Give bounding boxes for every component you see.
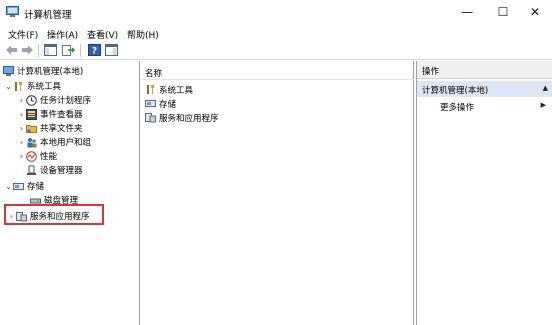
chevron-down-icon[interactable]: ⌄ xyxy=(4,182,13,191)
more-actions-item[interactable]: 更多操作 ▶ xyxy=(417,99,552,113)
menu-help[interactable]: 帮助(H) xyxy=(127,28,159,41)
results-pane: 名称 系统工具 存储 服务和应用程序 xyxy=(141,61,414,325)
chevron-right-icon[interactable]: › xyxy=(17,124,26,133)
computer-management-icon xyxy=(3,65,14,76)
highlight-box xyxy=(4,204,104,225)
console-tree: 计算机管理(本地) ⌄ 系统工具 › 任务计划程序 › 事件查看器 › 共享文件… xyxy=(0,61,140,325)
performance-icon xyxy=(26,150,37,162)
tree-label-performance: 性能 xyxy=(40,152,58,162)
menu-bar: 文件(F) 操作(A) 查看(V) 帮助(H) xyxy=(0,25,552,41)
list-item-label: 服务和应用程序 xyxy=(159,113,219,124)
tree-label-task-scheduler: 任务计划程序 xyxy=(40,96,92,106)
clock-icon xyxy=(26,94,37,106)
tree-item-system-tools[interactable]: ⌄ 系统工具 xyxy=(4,79,61,93)
tree-label-device-manager: 设备管理器 xyxy=(40,166,83,176)
tree-label-root: 计算机管理(本地) xyxy=(17,67,84,77)
computer-management-icon xyxy=(6,6,19,17)
list-item-label: 存储 xyxy=(159,99,177,110)
svg-text:?: ? xyxy=(92,47,97,57)
device-manager-icon xyxy=(27,165,36,175)
tree-item-shared-folders[interactable]: › 共享文件夹 xyxy=(17,121,83,135)
more-actions-label: 更多操作 xyxy=(440,103,475,113)
help-icon[interactable]: ? xyxy=(88,44,101,56)
users-icon xyxy=(27,137,37,147)
list-item-label: 系统工具 xyxy=(159,85,194,96)
tools-icon xyxy=(15,81,22,91)
tree-label-storage: 存储 xyxy=(27,182,45,192)
forward-icon[interactable] xyxy=(21,44,34,56)
maximize-button[interactable]: ☐ xyxy=(486,0,520,25)
actions-header-label: 操作 xyxy=(422,67,440,77)
close-button[interactable]: ✕ xyxy=(518,0,552,25)
column-divider xyxy=(141,79,414,80)
toolbar-separator xyxy=(80,44,81,57)
tree-label-local-users: 本地用户和组 xyxy=(40,138,92,148)
tools-icon xyxy=(147,85,154,94)
menu-action[interactable]: 操作(A) xyxy=(47,28,78,41)
actions-group-selected[interactable]: 计算机管理(本地) ▲ xyxy=(417,81,552,97)
menu-view[interactable]: 查看(V) xyxy=(87,28,118,41)
title-bar: 计算机管理 — ☐ ✕ xyxy=(0,0,552,25)
storage-icon xyxy=(13,182,24,190)
tree-item-performance[interactable]: › 性能 xyxy=(17,149,57,163)
toolbar: ? xyxy=(0,41,552,60)
tree-item-event-viewer[interactable]: › 事件查看器 xyxy=(17,107,83,121)
tree-label-shared-folders: 共享文件夹 xyxy=(40,124,83,134)
submenu-arrow-icon: ▶ xyxy=(540,101,546,109)
actions-group-label: 计算机管理(本地) xyxy=(422,86,489,96)
column-header-name[interactable]: 名称 xyxy=(145,67,162,79)
list-item[interactable]: 存储 xyxy=(145,97,176,110)
chevron-right-icon[interactable]: › xyxy=(17,110,26,119)
services-apps-icon xyxy=(145,113,156,123)
toolbar-separator xyxy=(38,44,39,57)
storage-icon xyxy=(145,100,156,107)
chevron-down-icon[interactable]: ⌄ xyxy=(4,82,13,91)
collapse-up-icon[interactable]: ▲ xyxy=(543,84,548,92)
list-item[interactable]: 服务和应用程序 xyxy=(145,111,219,124)
chevron-right-icon[interactable]: › xyxy=(17,96,26,105)
tree-label-event-viewer: 事件查看器 xyxy=(40,110,83,120)
tree-item-storage[interactable]: ⌄ 存储 xyxy=(4,179,44,193)
show-hide-console-tree-icon[interactable] xyxy=(44,44,57,56)
list-item[interactable]: 系统工具 xyxy=(145,83,193,96)
window-title: 计算机管理 xyxy=(24,10,72,21)
action-pane-icon[interactable] xyxy=(105,44,118,56)
export-list-icon[interactable] xyxy=(62,44,75,56)
tree-item-root[interactable]: 计算机管理(本地) xyxy=(3,64,83,78)
chevron-right-icon[interactable]: › xyxy=(17,138,26,147)
tree-item-device-manager[interactable]: 设备管理器 xyxy=(26,163,83,177)
shared-folder-icon xyxy=(26,124,37,133)
tree-item-local-users[interactable]: › 本地用户和组 xyxy=(17,135,91,149)
menu-file[interactable]: 文件(F) xyxy=(8,28,38,41)
event-viewer-icon xyxy=(26,108,37,120)
back-icon[interactable] xyxy=(5,44,18,56)
actions-header: 操作 xyxy=(417,61,552,79)
tree-label-system-tools: 系统工具 xyxy=(27,82,62,92)
minimize-button[interactable]: — xyxy=(450,0,484,25)
chevron-right-icon[interactable]: › xyxy=(17,152,26,161)
actions-pane: 操作 计算机管理(本地) ▲ 更多操作 ▶ xyxy=(416,61,552,325)
tree-item-task-scheduler[interactable]: › 任务计划程序 xyxy=(17,93,91,107)
